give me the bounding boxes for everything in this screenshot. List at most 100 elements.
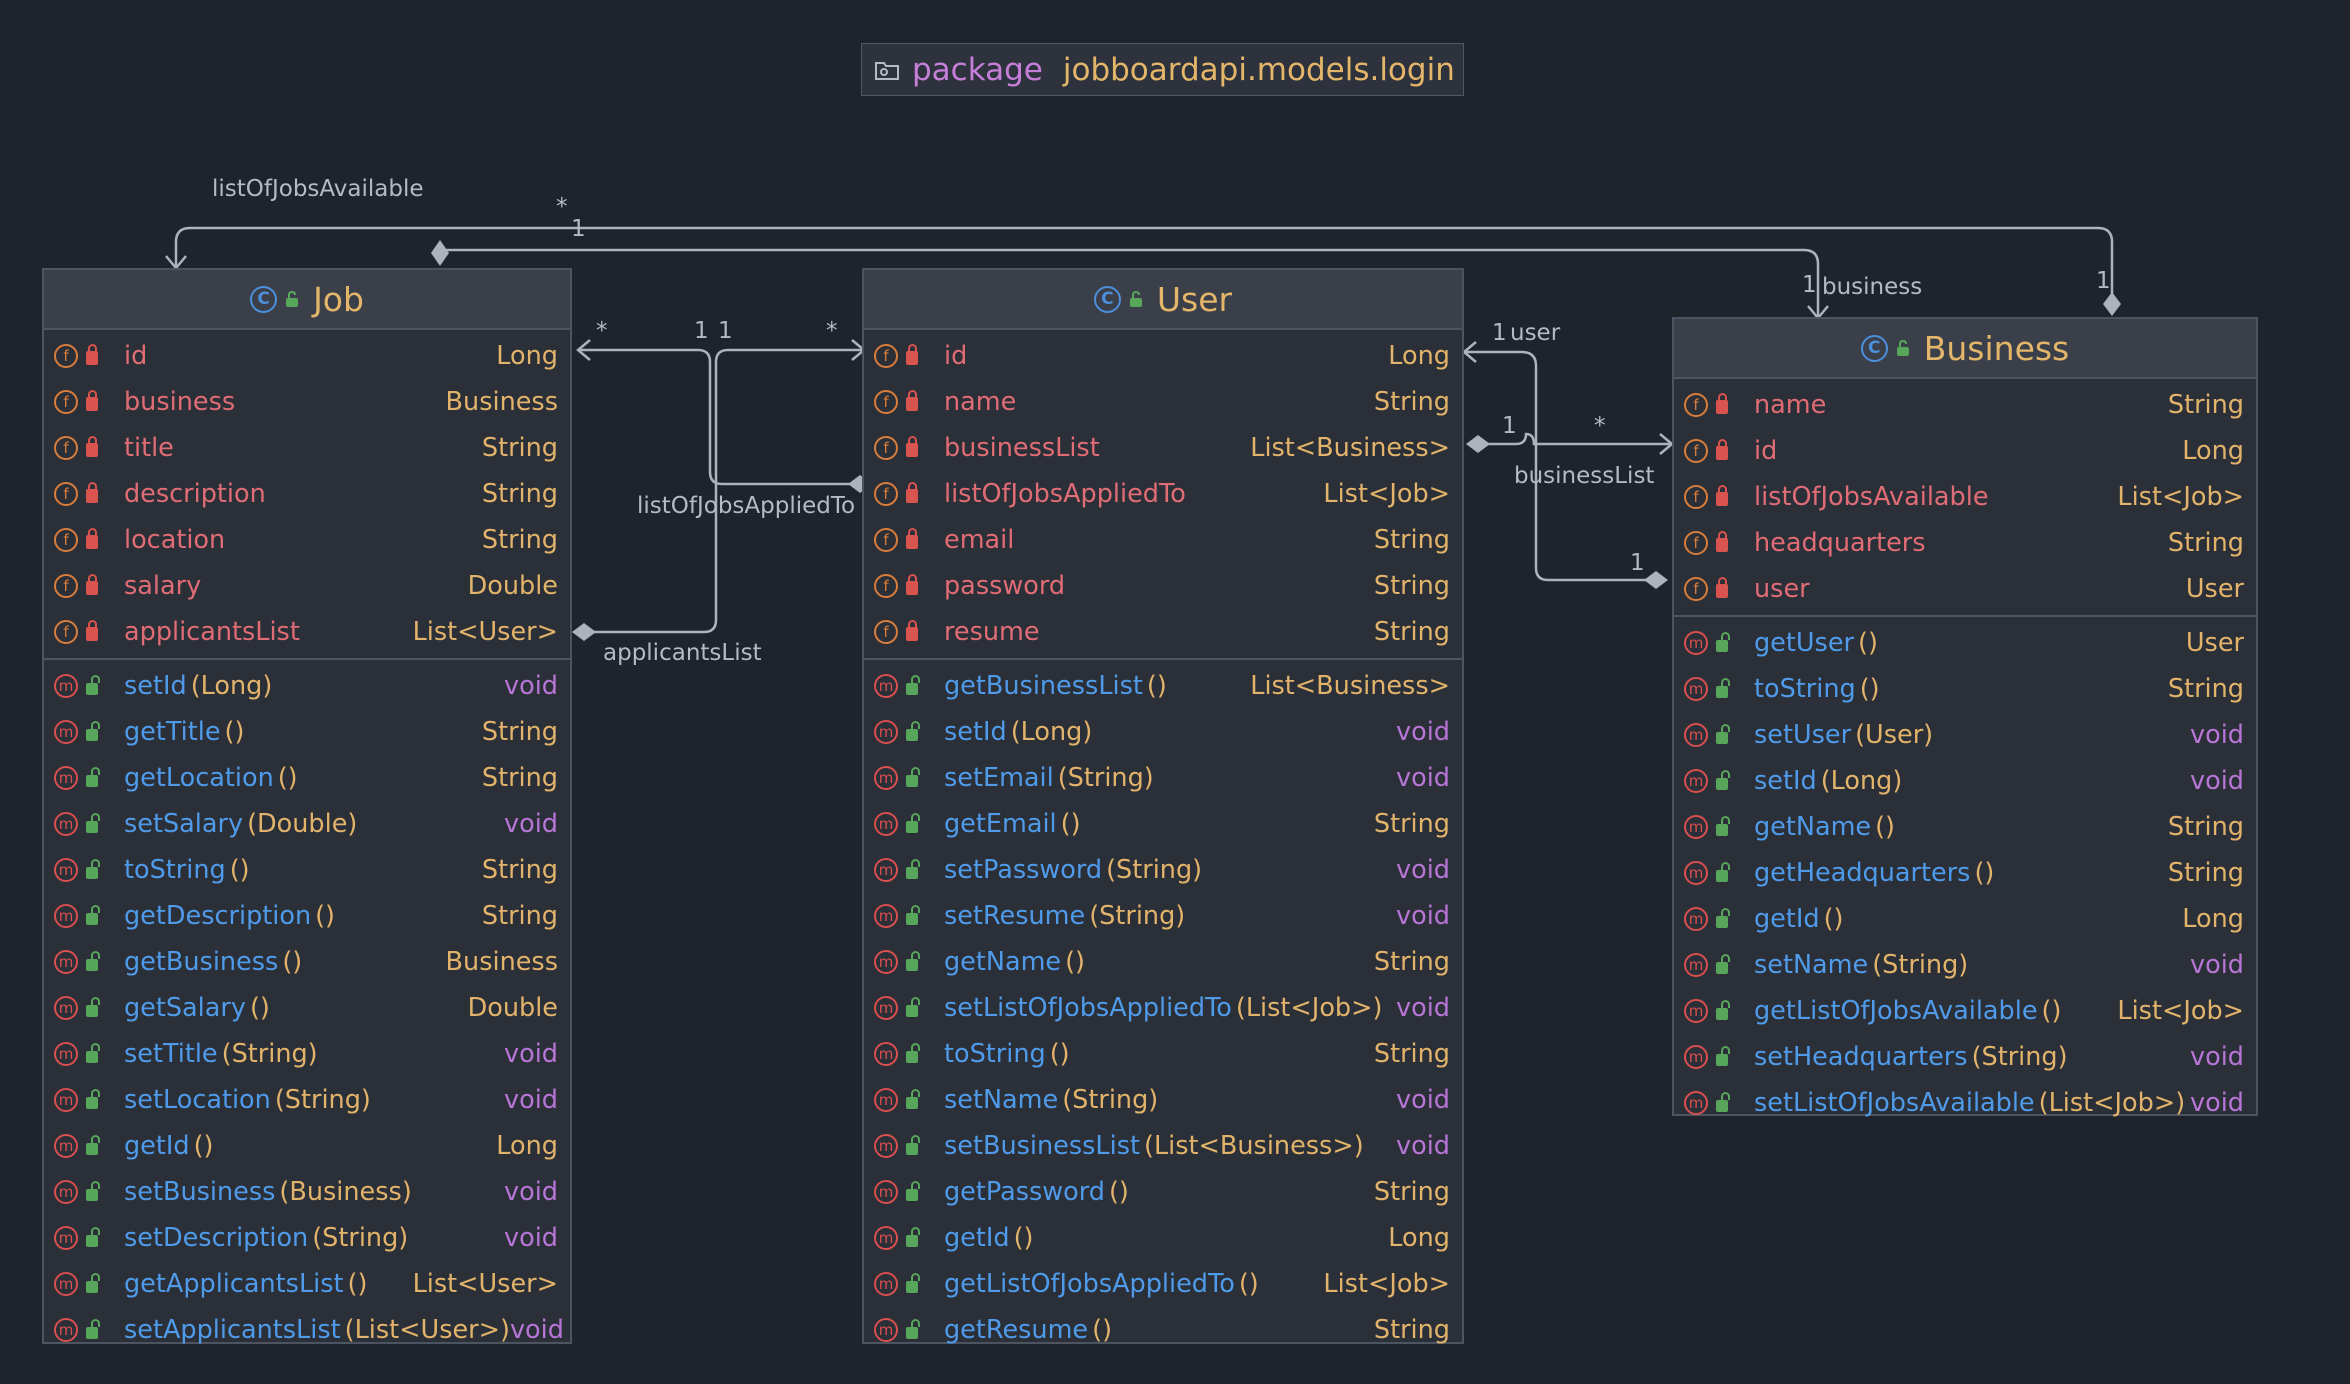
method-row[interactable]: m getSalary() Double	[44, 985, 570, 1031]
method-row[interactable]: m setResume (String) void	[864, 893, 1462, 939]
public-unlock-icon	[906, 1318, 928, 1339]
field-row[interactable]: f name String	[864, 379, 1462, 425]
method-row[interactable]: m setTitle (String) void	[44, 1031, 570, 1077]
method-name: setId	[124, 671, 187, 701]
method-row[interactable]: m toString() String	[44, 847, 570, 893]
field-row[interactable]: f id Long	[864, 333, 1462, 379]
method-row[interactable]: m getName() String	[864, 939, 1462, 985]
folder-icon	[875, 61, 899, 80]
method-row[interactable]: m setLocation (String) void	[44, 1077, 570, 1123]
method-params: ()	[1060, 809, 1081, 839]
method-row[interactable]: m getPassword() String	[864, 1169, 1462, 1215]
method-row[interactable]: m getTitle() String	[44, 709, 570, 755]
method-row[interactable]: m getBusiness() Business	[44, 939, 570, 985]
method-row[interactable]: m setSalary (Double) void	[44, 801, 570, 847]
field-row[interactable]: f email String	[864, 517, 1462, 563]
field-row[interactable]: f user User	[1674, 566, 2256, 612]
public-unlock-icon	[906, 766, 928, 787]
field-row[interactable]: f headquarters String	[1674, 520, 2256, 566]
label-mult-star: *	[1594, 413, 1606, 439]
field-name: resume	[944, 617, 1040, 647]
field-row[interactable]: f listOfJobsAvailable List<Job>	[1674, 474, 2256, 520]
method-row[interactable]: m getListOfJobsAvailable() List<Job>	[1674, 988, 2256, 1034]
method-return-type: Business	[445, 947, 558, 977]
private-lock-icon	[1716, 393, 1738, 414]
method-row[interactable]: m getApplicantsList() List<User>	[44, 1261, 570, 1307]
public-unlock-icon	[906, 858, 928, 879]
public-unlock-icon	[1716, 677, 1738, 698]
method-row[interactable]: m getId() Long	[864, 1215, 1462, 1261]
method-row[interactable]: m getHeadquarters() String	[1674, 850, 2256, 896]
method-row[interactable]: m getEmail() String	[864, 801, 1462, 847]
field-name: name	[944, 387, 1017, 417]
method-row[interactable]: m getListOfJobsAppliedTo() List<Job>	[864, 1261, 1462, 1307]
field-row[interactable]: f business Business	[44, 379, 570, 425]
field-row[interactable]: f id Long	[1674, 428, 2256, 474]
field-row[interactable]: f businessList List<Business>	[864, 425, 1462, 471]
method-row[interactable]: m setApplicantsList (List<User>) void	[44, 1307, 570, 1353]
class-job-name: Job	[313, 279, 364, 319]
method-row[interactable]: m setEmail (String) void	[864, 755, 1462, 801]
method-row[interactable]: m setId (Long) void	[44, 663, 570, 709]
method-row[interactable]: m getId() Long	[44, 1123, 570, 1169]
method-row[interactable]: m getName() String	[1674, 804, 2256, 850]
method-row[interactable]: m setId (Long) void	[864, 709, 1462, 755]
class-business-fields: f name String f id Long f listOfJobsAvailable Li…	[1674, 379, 2256, 615]
method-row[interactable]: m setListOfJobsAppliedTo (List<Job>) void	[864, 985, 1462, 1031]
field-row[interactable]: f salary Double	[44, 563, 570, 609]
field-row[interactable]: f name String	[1674, 382, 2256, 428]
class-business[interactable]: C Business f name String f id Long f listOfJobs…	[1672, 317, 2258, 1118]
method-row[interactable]: m getId() Long	[1674, 896, 2256, 942]
field-icon: f	[1684, 485, 1708, 509]
method-row[interactable]: m toString() String	[1674, 666, 2256, 712]
method-params: (String)	[312, 1223, 409, 1253]
method-row[interactable]: m setDescription (String) void	[44, 1215, 570, 1261]
method-name: getBusinessList	[944, 671, 1143, 701]
field-row[interactable]: f description String	[44, 471, 570, 517]
method-row[interactable]: m setUser (User) void	[1674, 712, 2256, 758]
method-row[interactable]: m getDescription() String	[44, 893, 570, 939]
method-row[interactable]: m setListOfJobsAvailable (List<Job>) void	[1674, 1080, 2256, 1126]
field-row[interactable]: f title String	[44, 425, 570, 471]
field-row[interactable]: f listOfJobsAppliedTo List<Job>	[864, 471, 1462, 517]
method-row[interactable]: m setHeadquarters (String) void	[1674, 1034, 2256, 1080]
class-job-header: C Job	[44, 270, 570, 330]
method-params: ()	[1858, 628, 1878, 658]
class-user[interactable]: C User f id Long f name String f businessList Li…	[862, 268, 1464, 1345]
field-row[interactable]: f password String	[864, 563, 1462, 609]
method-row[interactable]: m getBusinessList() List<Business>	[864, 663, 1462, 709]
method-row[interactable]: m setBusiness (Business) void	[44, 1169, 570, 1215]
method-params: (Long)	[1010, 717, 1093, 747]
field-row[interactable]: f applicantsList List<User>	[44, 609, 570, 655]
field-row[interactable]: f location String	[44, 517, 570, 563]
method-params: (String)	[1971, 1042, 2068, 1072]
public-unlock-icon	[86, 1272, 108, 1293]
method-row[interactable]: m setId (Long) void	[1674, 758, 2256, 804]
field-row[interactable]: f id Long	[44, 333, 570, 379]
method-name: getApplicantsList	[124, 1269, 344, 1299]
method-row[interactable]: m getResume() String	[864, 1307, 1462, 1353]
method-row[interactable]: m getUser() User	[1674, 620, 2256, 666]
field-type: List<Job>	[2117, 482, 2244, 512]
method-row[interactable]: m toString() String	[864, 1031, 1462, 1077]
label-mult-one: 1	[1492, 320, 1507, 346]
method-icon: m	[1684, 677, 1708, 701]
field-row[interactable]: f resume String	[864, 609, 1462, 655]
method-row[interactable]: m setName (String) void	[1674, 942, 2256, 988]
method-icon: m	[54, 996, 78, 1020]
public-unlock-icon	[1716, 631, 1738, 652]
method-params: ()	[315, 901, 336, 931]
method-return-type: void	[1396, 1131, 1450, 1161]
method-row[interactable]: m setBusinessList (List<Business>) void	[864, 1123, 1462, 1169]
method-name: getUser	[1754, 628, 1854, 658]
method-row[interactable]: m getLocation() String	[44, 755, 570, 801]
method-icon: m	[874, 1042, 898, 1066]
method-row[interactable]: m setName (String) void	[864, 1077, 1462, 1123]
class-job[interactable]: C Job f id Long f business Business f title Stri…	[42, 268, 572, 1345]
public-unlock-icon	[906, 812, 928, 833]
class-job-methods: m setId (Long) void m getTitle() String m getLoc…	[44, 658, 570, 1356]
field-icon: f	[874, 574, 898, 598]
method-name: setResume	[944, 901, 1086, 931]
method-row[interactable]: m setPassword (String) void	[864, 847, 1462, 893]
label-mult-star: *	[826, 318, 838, 344]
